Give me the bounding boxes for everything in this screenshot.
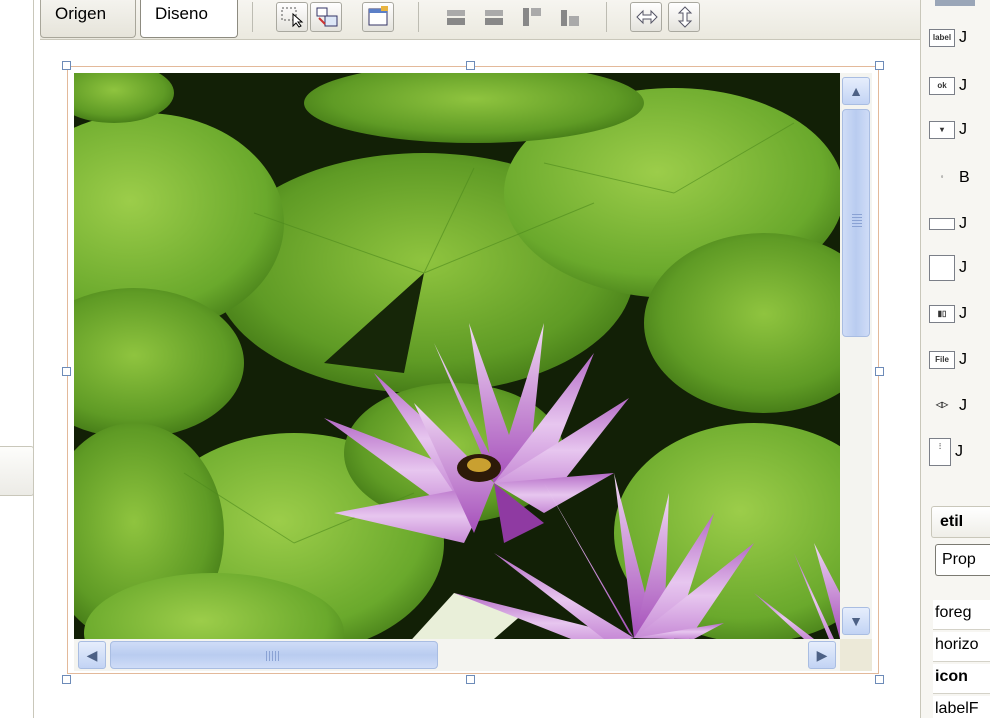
scroll-down-button[interactable]: ▼: [842, 607, 870, 635]
property-row-foreground[interactable]: foreg: [933, 600, 990, 630]
palette-item-text: J: [959, 397, 967, 414]
horizontal-scroll-thumb[interactable]: [110, 641, 438, 669]
panel-component-icon: [929, 255, 955, 281]
chevron-down-icon: ▼: [849, 613, 863, 629]
palette-item-text: J: [959, 215, 967, 232]
property-row-icon[interactable]: icon: [933, 664, 990, 694]
palette-item-text: J: [959, 305, 967, 322]
grip-icon: [852, 214, 862, 228]
editor-toolbar: Origen Diseno: [40, 0, 920, 40]
combobox-component-icon: ▾: [929, 121, 955, 139]
align-bottom-button[interactable]: [554, 2, 586, 32]
toolbar-separator: [606, 2, 607, 32]
align-top-icon: [523, 8, 541, 26]
palette-item-text: J: [959, 351, 967, 368]
scroll-up-button[interactable]: ▲: [842, 77, 870, 105]
align-right-button[interactable]: [478, 2, 510, 32]
resize-handle-e[interactable]: [875, 367, 884, 376]
resize-handle-sw[interactable]: [62, 675, 71, 684]
palette-item-progressbar[interactable]: ▮▯ J: [929, 296, 990, 332]
palette-item-text: J: [959, 259, 967, 276]
palette-item-text: B: [959, 169, 970, 186]
properties-component-name: etiI: [931, 506, 990, 538]
resize-handle-w[interactable]: [62, 367, 71, 376]
toolbar-separator: [252, 2, 253, 32]
image-label: [74, 73, 840, 639]
vertical-scroll-thumb[interactable]: [842, 109, 870, 337]
vertical-resize-icon: [677, 6, 693, 28]
chevron-right-icon: ▶: [816, 647, 828, 663]
resize-handle-nw[interactable]: [62, 61, 71, 70]
progressbar-component-icon: ▮▯: [929, 305, 955, 323]
align-right-icon: [485, 10, 503, 25]
property-row-label-for[interactable]: labelF: [933, 696, 990, 718]
align-top-button[interactable]: [516, 2, 548, 32]
connection-mode-button[interactable]: [310, 2, 342, 32]
grip-icon: [266, 651, 280, 661]
selection-mode-button[interactable]: [276, 2, 308, 32]
align-bottom-icon: [561, 10, 579, 26]
palette-item-text: J: [959, 121, 967, 138]
palette-item-filechooser[interactable]: File J: [929, 342, 990, 378]
palette-scroll-top: [935, 0, 975, 6]
palette-item-button[interactable]: ok J: [929, 68, 990, 104]
change-vertical-resizability-button[interactable]: [668, 2, 700, 32]
palette-panel: label J ok J ▾ J ◦ B J J ▮▯ J File J ◁▷ …: [920, 0, 990, 718]
label-component-icon: label: [929, 29, 955, 47]
tab-source[interactable]: Origen: [40, 0, 136, 38]
chevron-up-icon: ▲: [849, 83, 863, 99]
connection-icon: [316, 7, 338, 27]
filechooser-component-icon: File: [929, 351, 955, 369]
left-collapse-tab[interactable]: [0, 446, 34, 496]
resize-handle-s[interactable]: [466, 675, 475, 684]
tab-properties[interactable]: Prop: [935, 544, 990, 576]
scroll-right-button[interactable]: ▶: [808, 641, 836, 669]
left-strip: [0, 0, 40, 718]
splitpane-component-icon: ⫶: [929, 438, 951, 466]
water-lily-photo: [74, 73, 840, 639]
palette-item-slider[interactable]: ◁▷ J: [929, 388, 990, 424]
toolbar-separator: [418, 2, 419, 32]
palette-item-textfield[interactable]: J: [929, 206, 990, 242]
change-horizontal-resizability-button[interactable]: [630, 2, 662, 32]
resize-handle-se[interactable]: [875, 675, 884, 684]
chevron-left-icon: ◀: [86, 647, 98, 663]
left-divider: [33, 0, 34, 718]
property-row-horizontal-alignment[interactable]: horizo: [933, 632, 990, 662]
horizontal-scrollbar[interactable]: ◀ ▶: [74, 639, 840, 671]
textfield-component-icon: [929, 218, 955, 230]
palette-item-text: J: [959, 77, 967, 94]
palette-item-label[interactable]: label J: [929, 20, 990, 56]
design-canvas[interactable]: ▲ ▼ ◀ ▶: [40, 41, 920, 718]
preview-window-icon: [368, 6, 388, 26]
palette-item-buttongroup[interactable]: ◦ B: [929, 160, 990, 196]
align-left-button[interactable]: [440, 2, 472, 32]
palette-item-splitpane[interactable]: ⫶ J: [929, 434, 990, 470]
palette-item-combobox[interactable]: ▾ J: [929, 112, 990, 148]
preview-design-button[interactable]: [362, 2, 394, 32]
selection-cursor-icon: [281, 7, 304, 28]
palette-item-panel[interactable]: J: [929, 250, 990, 286]
tab-design[interactable]: Diseno: [140, 0, 238, 38]
palette-item-text: J: [959, 29, 967, 46]
radio-group-icon: ◦: [940, 172, 944, 181]
resize-handle-n[interactable]: [466, 61, 475, 70]
scrollbar-corner: [840, 639, 872, 671]
resize-handle-ne[interactable]: [875, 61, 884, 70]
palette-item-text: J: [955, 443, 963, 460]
scroll-left-button[interactable]: ◀: [78, 641, 106, 669]
align-left-icon: [447, 10, 465, 25]
vertical-scrollbar[interactable]: ▲ ▼: [840, 73, 872, 639]
button-component-icon: ok: [929, 77, 955, 95]
slider-component-icon: ◁▷: [935, 400, 949, 409]
horizontal-resize-icon: [636, 9, 658, 25]
